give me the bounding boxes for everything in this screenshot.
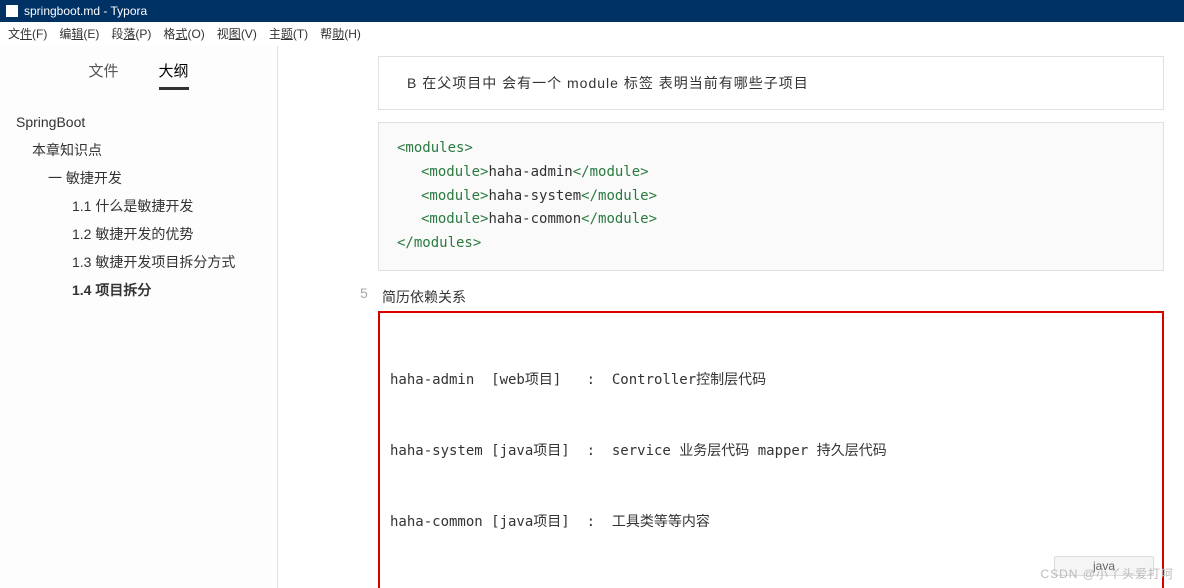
outline-item[interactable]: 1.4 项目拆分 — [14, 276, 277, 304]
main-area: 文件 大纲 SpringBoot 本章知识点 一 敏捷开发 1.1 什么是敏捷开… — [0, 46, 1184, 588]
window-title: springboot.md - Typora — [24, 4, 147, 18]
xml-text: haha-system — [488, 188, 581, 204]
editor-area[interactable]: B 在父项目中 会有一个 module 标签 表明当前有哪些子项目 <modul… — [278, 46, 1184, 588]
section-5[interactable]: 5 简历依赖关系 haha-admin [web项目] : Controller… — [378, 285, 1164, 588]
code-line: haha-system [java项目] : service 业务层代码 map… — [390, 440, 1152, 464]
menu-paragraph[interactable]: 段落(P) — [105, 23, 157, 44]
xml-tag: <modules> — [397, 140, 473, 156]
xml-tag: <module> — [421, 188, 488, 204]
sidebar-tabs: 文件 大纲 — [0, 46, 277, 100]
outline-item[interactable]: 本章知识点 — [14, 136, 277, 164]
menu-format[interactable]: 格式(O) — [157, 23, 210, 44]
watermark: CSDN @小丫头爱打呵 — [1040, 565, 1174, 582]
code-line: haha-admin [web项目] : Controller控制层代码 — [390, 369, 1152, 393]
menu-help[interactable]: 帮助(H) — [314, 23, 367, 44]
outline-tree: SpringBoot 本章知识点 一 敏捷开发 1.1 什么是敏捷开发 1.2 … — [0, 100, 277, 304]
sidebar: 文件 大纲 SpringBoot 本章知识点 一 敏捷开发 1.1 什么是敏捷开… — [0, 46, 278, 588]
paragraph-block[interactable]: B 在父项目中 会有一个 module 标签 表明当前有哪些子项目 — [378, 56, 1164, 110]
outline-item[interactable]: 一 敏捷开发 — [14, 164, 277, 192]
section-title: 简历依赖关系 — [378, 285, 1164, 311]
xml-text: haha-admin — [488, 164, 572, 180]
outline-item[interactable]: 1.3 敏捷开发项目拆分方式 — [14, 248, 277, 276]
code-block-modules[interactable]: <modules> <module>haha-admin</module> <m… — [378, 122, 1164, 271]
xml-tag: </modules> — [397, 235, 481, 251]
tab-outline[interactable]: 大纲 — [159, 60, 189, 90]
menu-bar: 文件(F) 编辑(E) 段落(P) 格式(O) 视图(V) 主题(T) 帮助(H… — [0, 22, 1184, 46]
menu-edit[interactable]: 编辑(E) — [53, 23, 105, 44]
window-title-bar: springboot.md - Typora — [0, 0, 1184, 22]
xml-tag: </module> — [573, 164, 649, 180]
xml-tag: <module> — [421, 211, 488, 227]
app-icon — [6, 5, 18, 17]
outline-item[interactable]: 1.2 敏捷开发的优势 — [14, 220, 277, 248]
menu-file[interactable]: 文件(F) — [2, 23, 53, 44]
xml-tag: </module> — [581, 188, 657, 204]
xml-tag: <module> — [421, 164, 488, 180]
tab-files[interactable]: 文件 — [88, 60, 118, 90]
outline-item[interactable]: SpringBoot — [14, 108, 277, 136]
menu-theme[interactable]: 主题(T) — [263, 23, 314, 44]
code-line: haha-common [java项目] : 工具类等等内容 — [390, 511, 1152, 535]
xml-text: haha-common — [488, 211, 581, 227]
xml-tag: </module> — [581, 211, 657, 227]
menu-view[interactable]: 视图(V) — [211, 23, 263, 44]
code-line — [390, 583, 1152, 588]
highlighted-code-block[interactable]: haha-admin [web项目] : Controller控制层代码 hah… — [378, 311, 1164, 588]
line-number: 5 — [360, 285, 368, 301]
outline-item[interactable]: 1.1 什么是敏捷开发 — [14, 192, 277, 220]
